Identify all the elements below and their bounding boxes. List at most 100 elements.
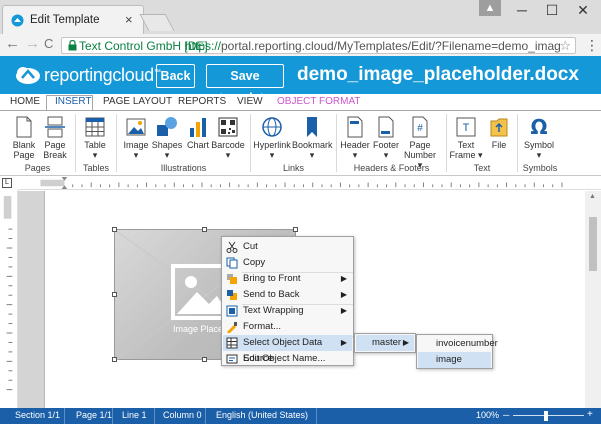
menu-item-copy[interactable]: Copy	[223, 255, 352, 271]
back-arrow-icon[interactable]: ←	[5, 35, 20, 52]
zoom-out-icon[interactable]: ─	[503, 410, 509, 420]
bookmark-star-icon[interactable]: ☆	[559, 38, 571, 54]
bookmark-icon	[307, 117, 317, 137]
send-to-back-icon	[227, 290, 237, 300]
file-button[interactable]: File	[485, 116, 513, 150]
scissors-icon	[226, 241, 238, 253]
window-maximize-button[interactable]: ☐	[535, 0, 569, 20]
reportingcloud-favicon-icon	[11, 14, 24, 27]
tab-title: Edit Template	[30, 14, 100, 26]
group-label-symbols: Symbols	[522, 163, 558, 173]
data-source-submenu: master ▶	[354, 333, 416, 353]
menu-item-select-object-data-source[interactable]: Select Object Data Source ▶	[223, 335, 352, 364]
menu-item-format[interactable]: Format...	[223, 319, 352, 335]
status-line: Line 1	[122, 410, 147, 420]
zoom-slider-track[interactable]	[513, 415, 584, 416]
bookmark-button[interactable]: Bookmark ▾	[292, 116, 333, 160]
group-label-illustrations: Illustrations	[160, 163, 207, 173]
resize-handle[interactable]	[202, 227, 207, 232]
tab-insert[interactable]: INSERT	[55, 96, 92, 107]
page-number-button[interactable]: # Page Number ▾	[401, 116, 439, 170]
svg-text:T: T	[463, 122, 470, 134]
menu-item-send-to-back[interactable]: Send to Back ▶	[223, 287, 352, 303]
scroll-up-icon[interactable]: ▲	[589, 193, 596, 200]
shapes-button[interactable]: Shapes ▾	[151, 116, 183, 160]
status-column: Column 0	[163, 410, 202, 420]
barcode-button[interactable]: Barcode ▾	[211, 116, 245, 160]
svg-text:Ω: Ω	[530, 116, 547, 138]
menu-item-image[interactable]: image	[418, 352, 491, 368]
ruler-tab-selector[interactable]: L	[2, 178, 12, 188]
menu-item-invoicenumber[interactable]: invoicenumber	[418, 336, 498, 352]
tab-object-format[interactable]: OBJECT FORMAT	[277, 96, 361, 107]
copy-icon	[226, 257, 238, 269]
symbol-button[interactable]: Ω Symbol ▾	[521, 116, 557, 160]
context-menu: Cut Copy Bring to Front ▶ Send to Back ▶ T…	[221, 236, 354, 366]
page-break-button[interactable]: Page Break	[40, 116, 70, 160]
submenu-arrow-icon: ▶	[340, 274, 347, 283]
reload-icon[interactable]: C	[44, 36, 53, 51]
hyperlink-button[interactable]: Hyperlink ▾	[253, 116, 291, 160]
address-bar[interactable]: Text Control GmbH [DE] https:// portal.r…	[61, 37, 576, 54]
horizontal-ruler[interactable]	[18, 177, 601, 190]
text-frame-button[interactable]: T Text Frame ▾	[448, 116, 484, 160]
tab-home[interactable]: HOME	[10, 96, 40, 107]
image-button[interactable]: Image ▾	[121, 116, 151, 160]
status-zoom: 100%	[476, 410, 500, 420]
zoom-slider-thumb[interactable]	[544, 411, 548, 421]
menu-item-cut[interactable]: Cut	[223, 239, 352, 255]
globe-icon	[262, 117, 282, 137]
tab-reports[interactable]: REPORTS	[178, 96, 226, 107]
save-template-button[interactable]: Save template	[206, 64, 284, 105]
status-page: Page 1/1	[76, 410, 113, 420]
forward-arrow-icon[interactable]: →	[25, 35, 40, 52]
page-number-icon: #	[412, 116, 428, 138]
browser-menu-icon[interactable]: ⋮	[585, 37, 599, 54]
text-wrapping-icon	[226, 305, 238, 317]
url-text: portal.reporting.cloud/MyTemplates/Edit/…	[221, 39, 561, 53]
footer-button[interactable]: Footer ▾	[371, 116, 401, 160]
group-label-links: Links	[282, 163, 304, 173]
vertical-ruler[interactable]	[0, 190, 18, 408]
blank-page-button[interactable]: Blank Page	[8, 116, 40, 160]
menu-item-bring-to-front[interactable]: Bring to Front ▶	[223, 271, 352, 287]
status-separator	[316, 408, 317, 424]
group-label-tables: Tables	[82, 163, 109, 173]
browser-tab[interactable]: Edit Template ×	[2, 5, 144, 34]
shapes-icon	[157, 117, 177, 136]
image-placeholder-label: Image Placeh	[173, 324, 229, 334]
resize-handle[interactable]	[112, 357, 117, 362]
user-profile-button[interactable]: ▲	[479, 0, 501, 16]
tab-page-layout[interactable]: PAGE LAYOUT	[103, 96, 172, 107]
menu-item-text-wrapping[interactable]: Text Wrapping ▶	[223, 303, 352, 319]
text-frame-icon: T	[456, 117, 476, 137]
status-separator	[205, 408, 206, 424]
status-language: English (United States)	[216, 410, 309, 420]
zoom-in-icon[interactable]: +	[587, 409, 593, 420]
blank-page-icon	[16, 116, 32, 138]
data-source-icon	[226, 337, 238, 349]
window-close-button[interactable]: ✕	[566, 0, 600, 20]
table-button[interactable]: Table ▾	[80, 116, 110, 160]
submenu-arrow-icon: ▶	[402, 338, 409, 347]
edit-name-icon	[226, 354, 238, 364]
resize-handle[interactable]	[293, 227, 298, 232]
back-button[interactable]: Back	[156, 64, 195, 88]
tab-view[interactable]: VIEW	[237, 96, 263, 107]
status-section: Section 1/1	[15, 410, 61, 420]
scrollbar-thumb[interactable]	[589, 217, 597, 271]
group-label-headers-footers: Headers & Footers	[353, 163, 430, 173]
chart-icon	[190, 118, 206, 137]
resize-handle[interactable]	[112, 292, 117, 297]
chart-button[interactable]: Chart	[185, 116, 211, 150]
header-button[interactable]: Header ▾	[339, 116, 371, 160]
resize-handle[interactable]	[112, 227, 117, 232]
resize-handle[interactable]	[202, 357, 207, 362]
table-icon	[85, 117, 105, 137]
menu-item-edit-object-name[interactable]: Edit Object Name...	[223, 351, 352, 367]
menu-item-master[interactable]: master ▶	[356, 335, 414, 351]
tab-close-icon[interactable]: ×	[125, 12, 133, 27]
data-field-submenu: invoicenumber image	[416, 334, 498, 369]
omega-icon: Ω	[530, 116, 547, 138]
window-minimize-button[interactable]: ─	[505, 0, 539, 20]
